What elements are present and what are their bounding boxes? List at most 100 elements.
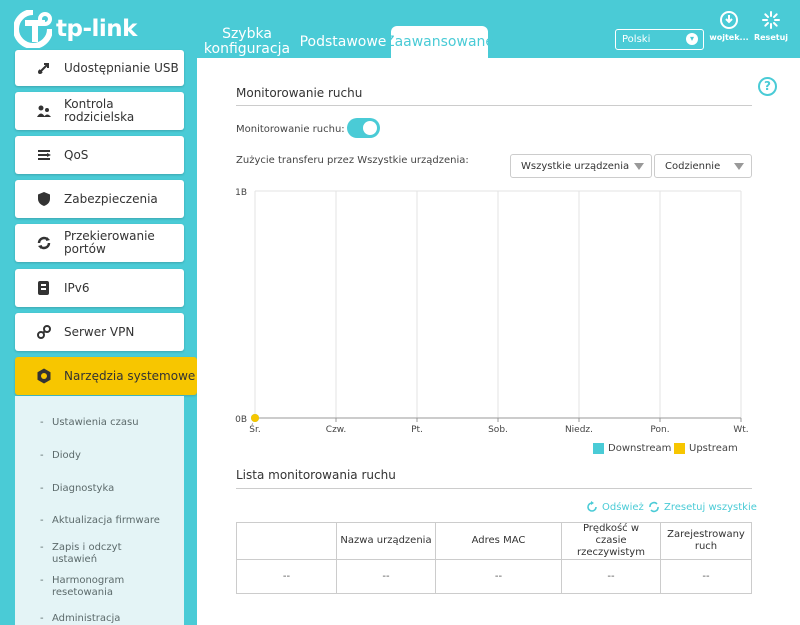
period-select-value: Codziennie: [665, 161, 721, 172]
caret-down-icon: [634, 163, 644, 170]
sidebar-item-port-forwarding[interactable]: Przekierowanie portów: [15, 224, 184, 262]
submenu-item-label: Diagnostyka: [52, 483, 115, 494]
submenu-item-leds[interactable]: - Diody: [40, 450, 81, 462]
table-row: -- -- -- -- --: [236, 559, 752, 594]
traffic-monitoring-toggle[interactable]: [347, 118, 380, 138]
shield-icon: [36, 191, 52, 207]
device-select[interactable]: Wszystkie urządzenia: [510, 154, 652, 178]
sidebar-item-label: Udostępnianie USB: [64, 60, 179, 75]
system-tools-submenu: - Ustawienia czasu - Diody - Diagnostyka -A…: [15, 396, 184, 625]
reset-button[interactable]: Resetuj: [751, 10, 791, 42]
table-cell: --: [660, 559, 752, 594]
x-tick-label: Czw.: [326, 425, 346, 435]
submenu-item-backup-restore[interactable]: - Zapis i odczyt ustawień: [40, 542, 162, 566]
reset-icon: [761, 10, 781, 30]
submenu-item-administration[interactable]: - Administracja: [40, 613, 120, 625]
sidebar-item-usb[interactable]: Udostępnianie USB: [15, 50, 184, 86]
sidebar-item-security[interactable]: Zabezpieczenia: [15, 180, 184, 218]
user-label: wojtek...: [709, 33, 749, 42]
legend-swatch-upstream: [674, 443, 685, 454]
table-cell: --: [561, 559, 661, 594]
section-title-traffic-list: Lista monitorowania ruchu: [236, 468, 396, 482]
x-tick-label: Pon.: [650, 425, 669, 435]
sidebar-item-label: Narzędzia systemowe: [64, 368, 196, 383]
user-button[interactable]: wojtek...: [709, 10, 749, 42]
legend-upstream: Upstream: [674, 443, 738, 454]
main-panel: ? Monitorowanie ruchu Monitorowanie ruch…: [197, 58, 800, 625]
language-select[interactable]: Polski ▾: [615, 29, 704, 50]
submenu-item-label: Harmonogram resetowania: [52, 575, 125, 598]
submenu-item-label: Zapis i odczyt ustawień: [52, 542, 122, 565]
chevron-down-icon: ▾: [686, 33, 698, 45]
sidebar-item-label: QoS: [64, 147, 89, 162]
toggle-label: Monitorowanie ruchu:: [236, 124, 345, 135]
usage-label: Zużycie transferu przez Wszystkie urządz…: [236, 155, 469, 166]
sidebar-item-vpn[interactable]: Serwer VPN: [15, 313, 184, 351]
usb-icon: [36, 60, 52, 76]
section-divider: [236, 105, 752, 106]
table-cell: --: [435, 559, 562, 594]
submenu-item-label: Aktualizacja firmware: [52, 515, 160, 526]
section-title-traffic-monitoring: Monitorowanie ruchu: [236, 86, 363, 100]
device-select-value: Wszystkie urządzenia: [521, 161, 630, 172]
tab-advanced[interactable]: Zaawansowane: [385, 26, 494, 58]
qos-icon: [36, 147, 52, 163]
submenu-item-firmware-update[interactable]: - Aktualizacja firmware: [40, 515, 160, 527]
y-tick-label: 0B: [235, 415, 247, 425]
reset-all-button[interactable]: Zresetuj wszystkie: [648, 501, 757, 513]
table-cell: --: [336, 559, 436, 594]
tab-basic[interactable]: Podstawowe: [300, 26, 387, 58]
bullet-dash: -: [40, 483, 44, 494]
sidebar-item-label: Kontrola rodzicielska: [64, 97, 135, 124]
submenu-item-diagnostics[interactable]: - Diagnostyka: [40, 483, 115, 495]
submenu-item-label: Diody: [52, 450, 81, 461]
submenu-item-time-settings[interactable]: - Ustawienia czasu: [40, 417, 139, 429]
traffic-table: Nazwa urządzenia Adres MAC Prędkość w cz…: [236, 522, 752, 594]
table-header: Adres MAC: [435, 522, 562, 560]
submenu-item-reboot-schedule[interactable]: - Harmonogram resetowania: [40, 575, 162, 599]
sidebar-item-system-tools[interactable]: Narzędzia systemowe: [15, 357, 197, 395]
port-forwarding-icon: [36, 235, 52, 251]
bullet-dash: -: [40, 613, 44, 624]
reset-all-label: Zresetuj wszystkie: [664, 501, 757, 513]
legend-swatch-downstream: [593, 443, 604, 454]
brand-name: tp-link: [56, 16, 137, 42]
vpn-icon: [36, 324, 52, 340]
sidebar-item-ipv6[interactable]: IPv6: [15, 269, 184, 307]
reset-icon: [648, 501, 660, 513]
help-icon[interactable]: ?: [758, 77, 777, 96]
gear-icon: [36, 368, 52, 384]
x-tick-label: Niedz.: [565, 425, 593, 435]
refresh-label: Odśwież: [602, 501, 644, 513]
x-tick-label: Sob.: [488, 425, 508, 435]
sidebar-item-label: Zabezpieczenia: [64, 191, 158, 206]
legend-label: Downstream: [608, 443, 672, 454]
refresh-button[interactable]: Odśwież: [586, 501, 644, 513]
period-select[interactable]: Codziennie: [654, 154, 752, 178]
sidebar: Udostępnianie USB Kontrola rodzicielska …: [0, 50, 197, 625]
x-tick-label: Śr.: [249, 423, 260, 435]
parental-control-icon: [36, 103, 52, 119]
sidebar-item-label: Serwer VPN: [64, 324, 135, 339]
tp-link-logo-icon: [13, 9, 53, 49]
traffic-chart: 1B 0BŚr. Czw. Pt. Sob. Niedz. Pon. Wt.: [235, 188, 749, 435]
x-tick-label: Pt.: [411, 425, 423, 435]
user-download-icon: [719, 10, 739, 30]
table-header: Zarejestrowany ruch: [660, 522, 752, 560]
data-point-upstream: [251, 414, 259, 422]
bullet-dash: -: [40, 450, 44, 461]
bullet-dash: -: [40, 417, 44, 428]
x-tick-label: Wt.: [733, 425, 748, 435]
table-cell: --: [236, 559, 337, 594]
sidebar-item-label: IPv6: [64, 280, 90, 295]
y-tick-label: 1B: [235, 188, 247, 198]
toggle-knob: [363, 121, 377, 135]
table-header-row: Nazwa urządzenia Adres MAC Prędkość w cz…: [236, 522, 752, 560]
sidebar-item-qos[interactable]: QoS: [15, 136, 184, 174]
brand-logo[interactable]: tp-link: [13, 9, 137, 49]
tab-quick-setup[interactable]: Szybka konfiguracja: [203, 26, 291, 58]
legend-downstream: Downstream: [593, 443, 671, 454]
sidebar-item-parental-control[interactable]: Kontrola rodzicielska: [15, 92, 184, 130]
ipv6-icon: [36, 280, 52, 296]
legend-label: Upstream: [689, 443, 738, 454]
